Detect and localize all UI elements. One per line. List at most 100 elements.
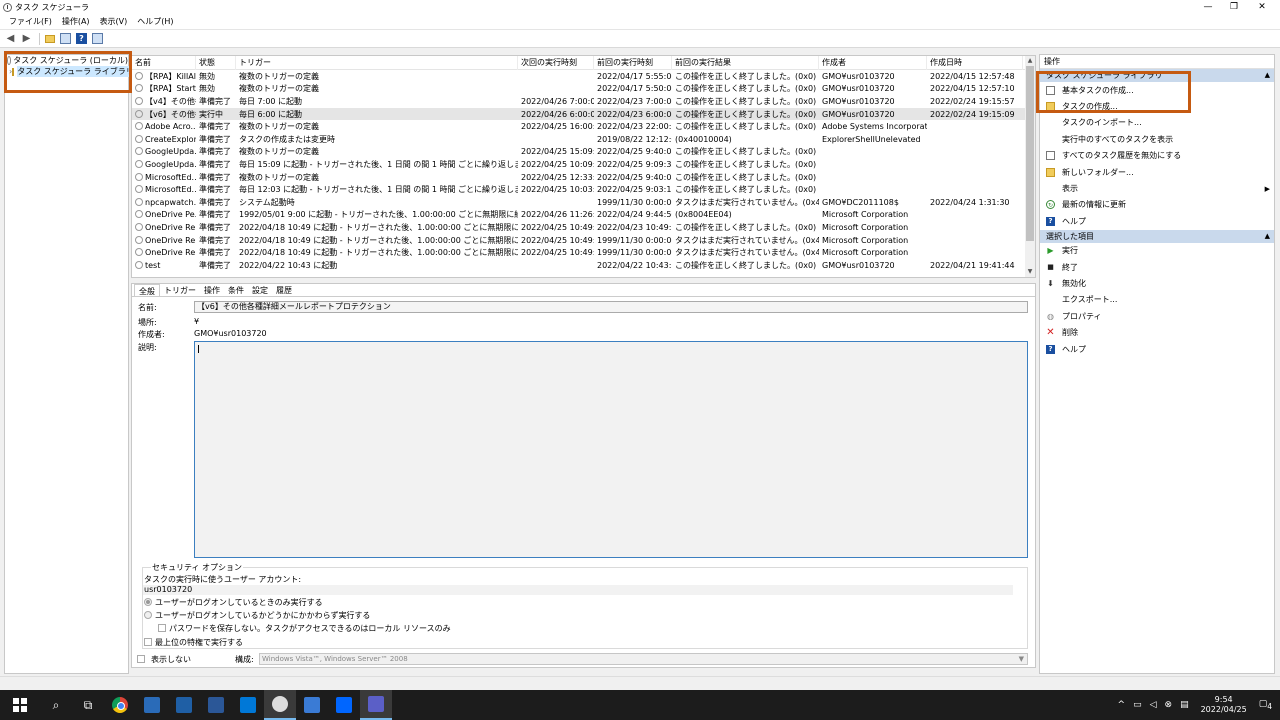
chrome-icon[interactable]	[104, 690, 136, 720]
start-button[interactable]	[0, 690, 40, 720]
action-item[interactable]: すべてのタスク履歴を無効にする	[1040, 148, 1274, 164]
table-row[interactable]: OneDrive Pe...準備完了 1992/05/01 9:00 に起動 - …	[132, 209, 1035, 222]
help-icon[interactable]: ?	[75, 32, 88, 45]
menu-view[interactable]: 表示(V)	[95, 16, 133, 27]
table-row[interactable]: OneDrive Re...準備完了 2022/04/18 10:49 に起動 -…	[132, 221, 1035, 234]
app-icon-3[interactable]	[296, 690, 328, 720]
column-header[interactable]: 前回の実行時刻	[594, 56, 672, 70]
clock-date: 2022/04/25	[1200, 705, 1247, 714]
action-item[interactable]: エクスポート...	[1040, 292, 1274, 308]
config-select[interactable]: Windows Vista™, Windows Server™ 2008 ▼	[259, 653, 1028, 665]
volume-icon[interactable]: ◁	[1150, 700, 1157, 710]
minimize-button[interactable]: —	[1196, 0, 1220, 14]
column-header[interactable]: 状態	[196, 56, 236, 70]
forward-arrow-icon[interactable]: ▶	[20, 32, 33, 45]
action-item[interactable]: ? ヘルプ	[1040, 213, 1274, 229]
radio-icon[interactable]	[144, 611, 152, 619]
checkbox-hidden[interactable]: 表示しない	[137, 654, 191, 665]
table-cell: この操作を正しく終了しました。(0x0)	[675, 109, 817, 119]
powershell-icon[interactable]	[200, 690, 232, 720]
table-row[interactable]: MicrosoftEd... 準備完了 毎日 12:03 に起動 - トリガーされた…	[132, 183, 1035, 196]
table-row[interactable]: 【RPA】KillAlert無効 複数のトリガーの定義 2022/04/17 5:5…	[132, 70, 1035, 83]
tab-general[interactable]: 全般	[134, 284, 160, 296]
chevron-up-icon[interactable]: ^	[1118, 700, 1126, 710]
action-item[interactable]: ? ヘルプ	[1040, 341, 1274, 357]
scrollbar-thumb[interactable]	[1026, 66, 1034, 241]
table-row[interactable]: OneDrive Re...準備完了 2022/04/18 10:49 に起動 -…	[132, 246, 1035, 259]
radio-run-any[interactable]: ユーザーがログオンしているかどうかにかかわらず実行する	[144, 610, 370, 621]
column-header[interactable]: 作成者	[819, 56, 927, 70]
action-item[interactable]: ↻ 最新の情報に更新	[1040, 197, 1274, 213]
tab-actions[interactable]: 操作	[200, 284, 224, 296]
table-row[interactable]: GoogleUpda...準備完了複数のトリガーの定義 2022/04/25 15…	[132, 146, 1035, 159]
task-list-scrollbar[interactable]: ▲ ▼	[1025, 56, 1035, 277]
vscode-icon[interactable]	[232, 690, 264, 720]
network-icon[interactable]: ▭	[1133, 700, 1142, 710]
tab-settings[interactable]: 設定	[248, 284, 272, 296]
action-item[interactable]: ⬇ 無効化	[1040, 275, 1274, 291]
menu-help[interactable]: ヘルプ(H)	[132, 16, 178, 27]
chevron-down-icon[interactable]: ▼	[1019, 654, 1024, 664]
power-automate-icon[interactable]	[328, 690, 360, 720]
table-row[interactable]: MicrosoftEd... 準備完了 複数のトリガーの定義 2022/04/25 1…	[132, 171, 1035, 184]
action-item[interactable]: タスクのインポート...	[1040, 115, 1274, 131]
task-view-icon[interactable]: ⧉	[72, 690, 104, 720]
checkbox-icon[interactable]	[137, 655, 145, 663]
collapse-arrow-icon[interactable]: ▲	[1265, 230, 1270, 243]
description-textarea[interactable]	[194, 341, 1028, 558]
radio-icon[interactable]	[144, 598, 152, 606]
action-item[interactable]: ◍ プロパティ	[1040, 308, 1274, 324]
name-field[interactable]: 【v6】その他各種詳細メールレポートプロテクション	[194, 301, 1028, 313]
close-button[interactable]: ✕	[1250, 0, 1274, 14]
table-row[interactable]: CreateExplor...準備完了タスクの作成または変更時 2019/08/2…	[132, 133, 1035, 146]
checkbox-highest-privileges[interactable]: 最上位の特権で実行する	[144, 637, 243, 648]
table-cell: 準備完了	[199, 185, 231, 195]
table-row[interactable]: test 準備完了 2022/04/22 10:43 に起動 2022/04/22 1…	[132, 259, 1035, 272]
app-icon-1[interactable]	[136, 690, 168, 720]
actions-section-selected[interactable]: 選択した項目 ▲	[1040, 229, 1274, 243]
collapse-arrow-icon[interactable]: ▲	[1265, 69, 1270, 82]
table-row[interactable]: OneDrive Re...準備完了 2022/04/18 10:49 に起動 -…	[132, 234, 1035, 247]
column-header[interactable]: 前回の実行結果	[672, 56, 819, 70]
action-item[interactable]: ✕ 削除	[1040, 324, 1274, 340]
tab-conditions[interactable]: 条件	[224, 284, 248, 296]
action-item[interactable]: ▶ 実行	[1040, 243, 1274, 259]
table-row[interactable]: npcapwatch... 準備完了 システム起動時 1999/11/30 0:00:…	[132, 196, 1035, 209]
action-item[interactable]: 新しいフォルダー...	[1040, 164, 1274, 180]
vpn-icon[interactable]: ⊗	[1165, 700, 1173, 710]
show-hide-tree-icon[interactable]	[59, 32, 72, 45]
scroll-down-arrow-icon[interactable]: ▼	[1025, 267, 1035, 277]
restore-button[interactable]: ❐	[1222, 0, 1246, 14]
checkbox-no-password[interactable]: パスワードを保存しない。タスクがアクセスできるのはローカル リソースのみ	[158, 623, 451, 634]
column-header[interactable]: 名前	[132, 56, 196, 70]
column-header[interactable]: 作成日時	[927, 56, 1023, 70]
table-row[interactable]: 【v4】その他各...準備完了毎日 7:00 に起動 2022/04/26 7:0…	[132, 95, 1035, 108]
checkbox-icon[interactable]	[144, 638, 152, 646]
menu-action[interactable]: 操作(A)	[57, 16, 95, 27]
action-item[interactable]: 実行中のすべてのタスクを表示	[1040, 131, 1274, 147]
ime-icon[interactable]: ▤	[1180, 700, 1189, 710]
scroll-up-arrow-icon[interactable]: ▲	[1025, 56, 1035, 66]
action-item[interactable]: ■ 終了	[1040, 259, 1274, 275]
column-header[interactable]: トリガー	[236, 56, 518, 70]
search-icon[interactable]: ⌕	[40, 690, 72, 720]
column-header[interactable]: 次回の実行時刻	[518, 56, 594, 70]
show-hide-action-pane-icon[interactable]	[91, 32, 104, 45]
back-arrow-icon[interactable]: ◀	[4, 32, 17, 45]
tab-history[interactable]: 履歴	[272, 284, 296, 296]
app-icon-2[interactable]	[168, 690, 200, 720]
action-item[interactable]: 表示 ▶	[1040, 180, 1274, 196]
notification-icon[interactable]: ▢4	[1259, 699, 1272, 711]
table-row[interactable]: 【v6】その他各...実行中 毎日 6:00 に起動 2022/04/26 6:00…	[132, 107, 1035, 121]
tab-triggers[interactable]: トリガー	[160, 284, 200, 296]
table-row[interactable]: Adobe Acro... 準備完了 複数のトリガーの定義 2022/04/25 16…	[132, 120, 1035, 133]
table-row[interactable]: 【RPA】StartV...無効 複数のトリガーの定義 2022/04/17 5:5…	[132, 83, 1035, 96]
up-folder-icon[interactable]	[43, 32, 56, 45]
table-row[interactable]: GoogleUpda...準備完了毎日 15:09 に起動 - トリガーされた後…	[132, 158, 1035, 171]
menu-file[interactable]: ファイル(F)	[4, 16, 57, 27]
teams-icon[interactable]	[360, 690, 392, 720]
checkbox-icon[interactable]	[158, 624, 166, 632]
clock[interactable]: 9:54 2022/04/25	[1201, 695, 1247, 715]
task-scheduler-taskbar-icon[interactable]	[264, 690, 296, 720]
radio-run-logged-on[interactable]: ユーザーがログオンしているときのみ実行する	[144, 597, 323, 608]
